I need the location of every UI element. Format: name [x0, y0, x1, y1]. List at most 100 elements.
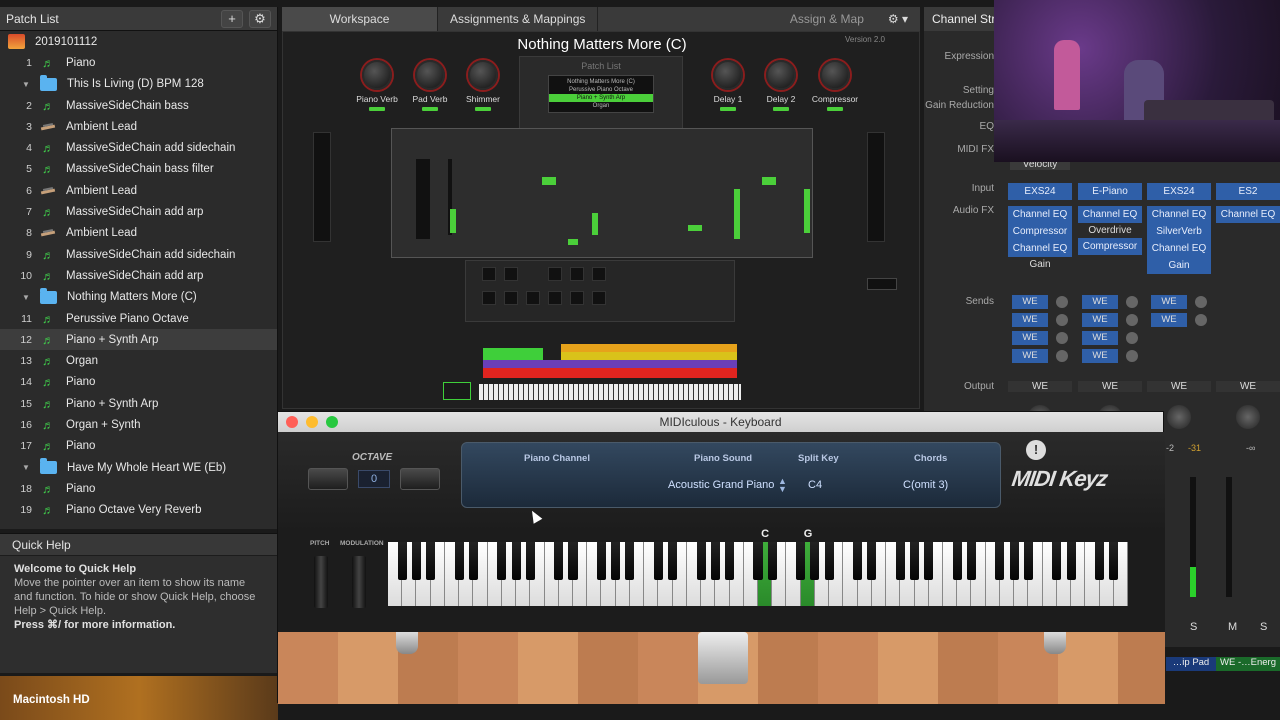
send-knob-icon[interactable] — [1195, 296, 1207, 308]
black-key[interactable] — [966, 542, 976, 580]
black-key[interactable] — [1009, 542, 1019, 580]
keyboard-icon[interactable] — [443, 382, 471, 400]
send-slot[interactable]: WE — [1008, 294, 1072, 310]
audio-fx-slot[interactable]: SilverVerb — [1147, 223, 1211, 240]
disk-label[interactable]: Macintosh HD — [13, 694, 90, 706]
knob-icon[interactable] — [362, 60, 392, 90]
black-key[interactable] — [924, 542, 934, 580]
patch-row[interactable]: 3 Ambient Lead — [0, 116, 277, 137]
send-bus[interactable]: WE — [1012, 295, 1048, 309]
tab-assignments[interactable]: Assignments & Mappings — [438, 7, 599, 31]
patch-row[interactable]: ▼ Nothing Matters More (C) — [0, 287, 277, 308]
patch-row[interactable]: 11 ♬ Perussive Piano Octave — [0, 308, 277, 329]
audio-fx-slot[interactable]: Channel EQ — [1147, 240, 1211, 257]
black-key[interactable] — [696, 542, 706, 580]
black-key[interactable] — [952, 542, 962, 580]
input-slot[interactable]: EXS24 — [1147, 183, 1211, 200]
output-slot[interactable]: WE — [1078, 381, 1142, 392]
black-key[interactable] — [525, 542, 535, 580]
patch-row[interactable]: 15 ♬ Piano + Synth Arp — [0, 393, 277, 414]
patch-row[interactable]: ▼ This Is Living (D) BPM 128 — [0, 74, 277, 95]
audio-fx-slot[interactable]: Channel EQ — [1216, 206, 1280, 223]
disclosure-triangle-icon[interactable]: ▼ — [22, 463, 32, 472]
octave-down-button[interactable] — [308, 468, 348, 490]
send-slot[interactable]: WE — [1078, 312, 1142, 328]
mini-patch-item[interactable]: Nothing Matters More (C) — [549, 78, 653, 86]
black-key[interactable] — [497, 542, 507, 580]
audio-fx-slot[interactable]: Compressor — [1008, 223, 1072, 240]
send-slot[interactable]: WE — [1008, 312, 1072, 328]
black-key[interactable] — [1094, 542, 1105, 580]
black-key[interactable] — [909, 542, 920, 580]
send-knob-icon[interactable] — [1126, 332, 1138, 344]
patch-row[interactable]: 6 Ambient Lead — [0, 180, 277, 201]
black-key[interactable] — [596, 542, 606, 580]
black-key[interactable] — [426, 542, 436, 580]
black-key[interactable] — [1066, 542, 1076, 580]
black-key[interactable] — [895, 542, 905, 580]
black-key[interactable] — [454, 542, 464, 580]
patch-row[interactable]: 8 Ambient Lead — [0, 223, 277, 244]
audio-fx-slot[interactable]: Compressor — [1078, 238, 1142, 255]
knob-icon[interactable] — [713, 60, 743, 90]
patch-row[interactable]: 7 ♬ MassiveSideChain add arp — [0, 201, 277, 222]
black-key[interactable] — [810, 542, 820, 580]
pan-knob-icon[interactable] — [1167, 405, 1191, 429]
black-key[interactable] — [611, 542, 621, 580]
audio-fx-slot[interactable]: Gain — [1147, 257, 1211, 274]
send-bus[interactable]: WE — [1082, 331, 1118, 345]
workspace-keyboard[interactable] — [479, 384, 741, 400]
send-knob-icon[interactable] — [1056, 332, 1068, 344]
pedal-icon[interactable] — [1044, 632, 1066, 654]
patch-row[interactable]: 16 ♬ Organ + Synth — [0, 414, 277, 435]
send-slot[interactable]: WE — [1078, 294, 1142, 310]
patch-row[interactable]: 1 ♬ Piano — [0, 52, 277, 73]
input-slot[interactable]: ES2 — [1216, 183, 1280, 200]
send-slot[interactable]: WE — [1008, 330, 1072, 346]
send-knob-icon[interactable] — [1126, 350, 1138, 362]
concert-row[interactable]: 2019101112 — [0, 31, 277, 52]
black-key[interactable] — [511, 542, 521, 580]
pedal-icon[interactable] — [698, 632, 748, 684]
disclosure-triangle-icon[interactable]: ▼ — [22, 293, 32, 302]
send-slot[interactable]: WE — [1008, 348, 1072, 364]
black-key[interactable] — [767, 542, 777, 580]
audio-fx-slot[interactable]: Channel EQ — [1078, 206, 1142, 223]
output-slot[interactable]: WE — [1216, 381, 1280, 392]
piano-keyboard[interactable] — [388, 542, 1128, 606]
black-key[interactable] — [1023, 542, 1033, 580]
pitch-wheel[interactable] — [314, 556, 328, 608]
send-slot[interactable]: WE — [1078, 330, 1142, 346]
octave-up-button[interactable] — [400, 468, 440, 490]
send-bus[interactable]: WE — [1012, 331, 1048, 345]
gear-icon[interactable]: ⚙ ▾ — [876, 7, 920, 31]
mini-patch-list[interactable]: Patch List Nothing Matters More (C) Peru… — [519, 56, 683, 134]
input-slot[interactable]: E-Piano — [1078, 183, 1142, 200]
master-fader[interactable] — [867, 132, 885, 242]
knob-icon[interactable] — [415, 60, 445, 90]
black-key[interactable] — [568, 542, 578, 580]
patch-row[interactable]: 5 ♬ MassiveSideChain bass filter — [0, 159, 277, 180]
solo-button[interactable]: S — [1190, 621, 1197, 633]
tab-workspace[interactable]: Workspace — [282, 7, 438, 31]
mute-button[interactable]: M — [1228, 621, 1237, 633]
patch-row[interactable]: 14 ♬ Piano — [0, 372, 277, 393]
window-titlebar[interactable]: MIDIculous - Keyboard — [278, 412, 1163, 432]
send-knob-icon[interactable] — [1126, 296, 1138, 308]
send-bus[interactable]: WE — [1151, 313, 1187, 327]
send-slot[interactable]: WE — [1147, 294, 1211, 310]
assign-map-button[interactable]: Assign & Map — [778, 7, 876, 31]
send-bus[interactable]: WE — [1012, 349, 1048, 363]
black-key[interactable] — [753, 542, 763, 580]
audio-fx-slot[interactable]: Overdrive — [1078, 223, 1142, 238]
black-key[interactable] — [411, 542, 421, 580]
knob-icon[interactable] — [820, 60, 850, 90]
modulation-wheel[interactable] — [352, 556, 366, 608]
send-slot[interactable]: WE — [1078, 348, 1142, 364]
audio-fx-slot[interactable]: Channel EQ — [1147, 206, 1211, 223]
mini-patch-item-selected[interactable]: Piano + Synth Arp — [549, 94, 653, 102]
patch-row[interactable]: 13 ♬ Organ — [0, 350, 277, 371]
gear-icon[interactable]: ⚙ — [249, 9, 271, 28]
black-key[interactable] — [824, 542, 834, 580]
mono-button[interactable] — [867, 278, 897, 290]
